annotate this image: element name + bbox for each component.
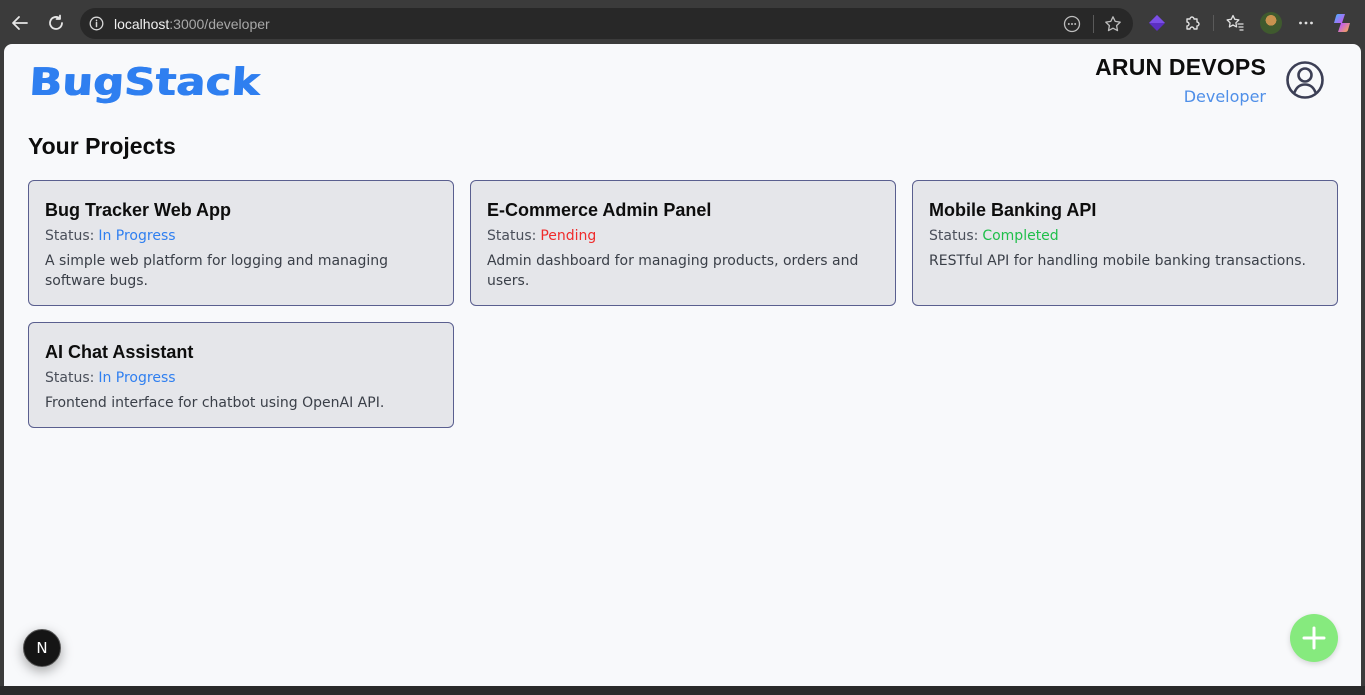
project-status: Status: In Progress [45,370,176,386]
address-url[interactable]: localhost:3000/developer [114,16,270,32]
browser-toolbar: localhost:3000/developer [0,0,1365,44]
status-label: Status: [929,228,979,244]
project-description: A simple web platform for logging and ma… [45,253,389,289]
copilot-icon[interactable] [1332,12,1354,34]
project-card[interactable]: AI Chat Assistant Status: In Progress Fro… [28,322,454,428]
omnibox-divider [1093,15,1094,33]
site-info-icon[interactable] [89,16,104,31]
url-path: :3000/developer [169,16,270,32]
window-bottom-edge [0,686,1365,695]
address-bar[interactable]: localhost:3000/developer [80,8,1133,39]
project-title: AI Chat Assistant [45,342,194,362]
status-label: Status: [487,228,537,244]
project-card[interactable]: Mobile Banking API Status: Completed REST… [912,180,1338,306]
add-project-button[interactable] [1290,614,1338,662]
project-title: Bug Tracker Web App [45,200,232,220]
nextjs-dev-badge[interactable]: N [23,629,61,667]
status-value: In Progress [98,370,176,386]
project-status: Status: In Progress [45,228,176,244]
user-role: Developer [1183,87,1266,106]
user-circle-icon[interactable] [1285,60,1325,100]
status-value: Completed [982,228,1059,244]
status-value: In Progress [98,228,176,244]
project-card[interactable]: E-Commerce Admin Panel Status: Pending Ad… [470,180,896,306]
more-options-icon[interactable] [1296,13,1316,33]
page-title: Your Projects [28,133,176,159]
status-value: Pending [540,228,597,244]
user-name: ARUN DEVOPS [1095,54,1266,80]
project-title: E-Commerce Admin Panel [487,200,712,220]
profile-avatar[interactable] [1260,12,1282,34]
toolbar-divider [1213,15,1214,31]
project-title: Mobile Banking API [929,200,1097,220]
project-status: Status: Completed [929,228,1059,244]
brand-logo[interactable]: BugStack [28,60,262,104]
extension-diamond-icon[interactable] [1147,13,1167,33]
page-viewport: BugStack ARUN DEVOPS Developer Your Proj… [4,44,1361,686]
status-label: Status: [45,228,95,244]
page-actions-icon[interactable] [1063,15,1081,33]
project-description: Frontend interface for chatbot using Ope… [45,395,385,411]
project-status: Status: Pending [487,228,596,244]
favorite-star-icon[interactable] [1104,15,1122,33]
back-icon[interactable] [6,9,34,37]
user-info: ARUN DEVOPS Developer [1095,54,1266,106]
project-description: Admin dashboard for managing products, o… [487,253,859,289]
project-description: RESTful API for handling mobile banking … [929,253,1306,269]
favorites-icon[interactable] [1225,13,1245,33]
extensions-puzzle-icon[interactable] [1183,13,1203,33]
status-label: Status: [45,370,95,386]
reload-icon[interactable] [42,9,70,37]
url-host: localhost [114,16,170,32]
plus-icon [1302,626,1326,650]
project-card[interactable]: Bug Tracker Web App Status: In Progress A… [28,180,454,306]
